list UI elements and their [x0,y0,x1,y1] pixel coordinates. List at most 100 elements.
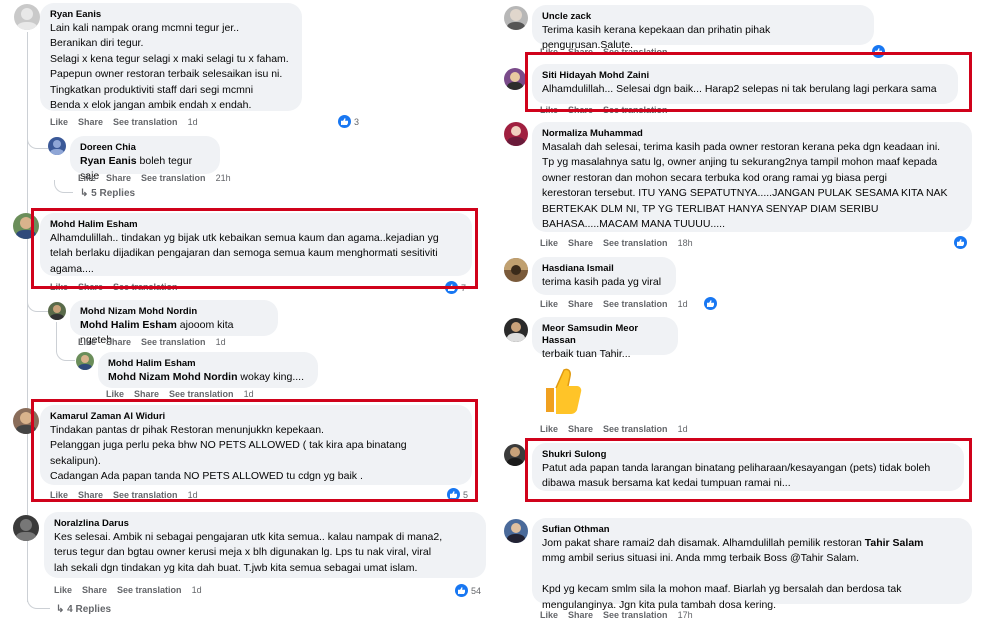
share-button[interactable]: Share [568,238,593,248]
timestamp[interactable]: 21h [216,173,231,183]
comment-text: Jom pakat share ramai2 dah disamak. Alha… [542,537,924,611]
reply-arrow-icon: ↳ [80,188,92,199]
reply-bubble: Doreen Chia Ryan Eanis boleh tegur saje [70,136,220,182]
like-button[interactable]: Like [540,610,558,620]
mention[interactable]: Mohd Nizam Mohd Nordin [108,371,237,383]
like-reaction-icon [338,115,351,128]
like-button[interactable]: Like [540,424,558,434]
comment-bubble: Sufian Othman Jom pakat share ramai2 dah… [532,518,972,611]
share-button[interactable]: Share [568,610,593,620]
avatar[interactable] [504,444,526,466]
comment-text: Lain kali nampak orang mcmni tegur jer..… [50,22,289,112]
comment-author[interactable]: Ryan Eanis [50,9,292,21]
share-button[interactable]: Share [568,424,593,434]
avatar[interactable] [504,68,526,90]
timestamp[interactable]: 1d [244,389,254,399]
share-button[interactable]: Share [568,299,593,309]
like-button[interactable]: Like [78,173,96,183]
avatar[interactable] [76,352,94,370]
comment-author[interactable]: Hasdiana Ismail [542,263,666,275]
comment-author[interactable]: Sufian Othman [542,524,962,536]
see-translation-button[interactable]: See translation [603,610,668,620]
reaction-count[interactable]: 54 [455,584,481,597]
like-button[interactable]: Like [50,117,68,127]
share-button[interactable]: Share [106,173,131,183]
timestamp[interactable]: 1d [188,117,198,127]
thread-connector [27,130,48,149]
see-translation-button[interactable]: See translation [169,389,234,399]
mention[interactable]: Tahir Salam [865,537,924,549]
mention[interactable]: Ryan Eanis [80,155,137,167]
timestamp[interactable]: 1d [216,337,226,347]
like-button[interactable]: Like [540,238,558,248]
highlight-box [31,208,478,289]
avatar[interactable] [504,258,528,282]
view-replies-link[interactable]: ↳ 5 Replies [80,188,135,199]
share-button[interactable]: Share [134,389,159,399]
like-button[interactable]: Like [78,337,96,347]
reaction-count[interactable]: 3 [338,115,359,128]
see-translation-button[interactable]: See translation [141,337,206,347]
comment-actions: Like Share See translation 1d [106,389,264,399]
comment-author[interactable]: Noralzlina Darus [54,518,476,530]
avatar[interactable] [14,4,40,30]
like-reaction-icon [455,584,468,597]
like-button[interactable]: Like [540,299,558,309]
see-translation-button[interactable]: See translation [141,173,206,183]
share-button[interactable]: Share [82,585,107,595]
timestamp[interactable]: 17h [678,610,693,620]
see-translation-button[interactable]: See translation [603,299,668,309]
like-button[interactable]: Like [106,389,124,399]
timestamp[interactable]: 1d [678,424,688,434]
avatar[interactable] [504,519,528,543]
thread-connector [56,348,75,361]
mention[interactable]: Mohd Halim Esham [80,319,177,331]
see-translation-button[interactable]: See translation [603,238,668,248]
comment-bubble: Normaliza Muhammad Masalah dah selesai, … [532,122,972,232]
thread-connector [27,596,50,609]
share-button[interactable]: Share [78,117,103,127]
comment-author[interactable]: Doreen Chia [80,142,210,154]
comment-author[interactable]: Uncle zack [542,11,864,23]
timestamp[interactable]: 18h [678,238,693,248]
comment-bubble: Meor Samsudin Meor Hassan terbaik tuan T… [532,317,678,360]
comment-author[interactable]: Mohd Halim Esham [108,358,308,370]
highlight-box [525,438,972,502]
avatar[interactable] [13,515,39,541]
reply-bubble: Mohd Nizam Mohd Nordin Mohd Halim Esham … [70,300,278,346]
comment-actions: Like Share See translation 1d [54,585,212,595]
comment-text: Kes selesai. Ambik ni sebagai pengajaran… [54,531,443,574]
see-translation-button[interactable]: See translation [113,117,178,127]
thread-connector [54,180,73,193]
reaction-count[interactable] [704,297,717,310]
share-button[interactable]: Share [106,337,131,347]
like-reaction-icon [704,297,717,310]
reply-bubble: Mohd Halim Esham Mohd Nizam Mohd Nordin … [98,352,318,388]
like-button[interactable]: Like [54,585,72,595]
comment-text: terbaik tuan Tahir... [542,348,631,360]
avatar[interactable] [48,302,66,320]
comment-author[interactable]: Meor Samsudin Meor Hassan [542,323,668,347]
column-divider [490,0,500,623]
avatar[interactable] [504,122,528,146]
avatar[interactable] [504,318,528,342]
avatar[interactable] [504,6,528,30]
comment-text: wokay king.... [237,371,305,383]
reply-arrow-icon: ↳ [56,604,68,615]
like-reaction-icon [954,236,967,249]
reaction-count[interactable] [954,236,967,249]
thumbs-up-sticker [540,366,582,421]
right-comment-column: Uncle zack Terima kasih kerana kepekaan … [500,0,1000,623]
see-translation-button[interactable]: See translation [603,424,668,434]
comment-author[interactable]: Mohd Nizam Mohd Nordin [80,306,268,318]
view-replies-link[interactable]: ↳ 4 Replies [56,604,111,615]
comment-actions: Like Share See translation 1d [78,337,236,347]
comment-bubble: Uncle zack Terima kasih kerana kepekaan … [532,5,874,51]
avatar[interactable] [48,137,66,155]
timestamp[interactable]: 1d [192,585,202,595]
comment-bubble: Hasdiana Ismail terima kasih pada yg vir… [532,257,676,295]
comment-author[interactable]: Normaliza Muhammad [542,128,962,140]
timestamp[interactable]: 1d [678,299,688,309]
see-translation-button[interactable]: See translation [117,585,182,595]
comment-actions: Like Share See translation 1d [540,299,698,309]
